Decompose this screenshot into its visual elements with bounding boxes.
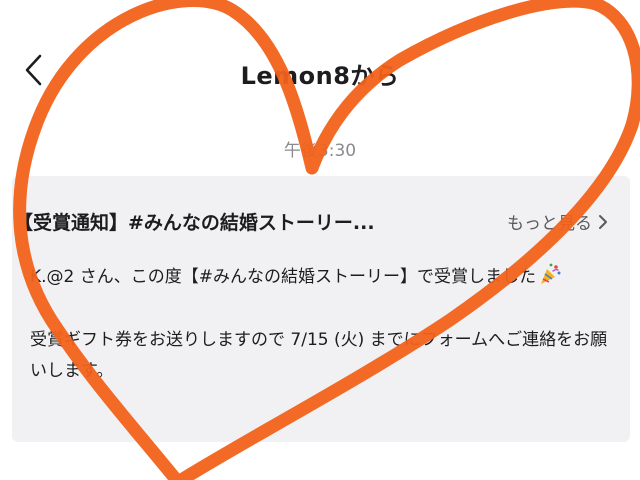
message-title: 【受賞通知】#みんなの結婚ストーリー... [14, 212, 375, 234]
top-bar: Lemon8から [0, 0, 640, 140]
message-timestamp: 午後3:30 [283, 141, 357, 161]
message-card[interactable]: 【受賞通知】#みんなの結婚ストーリー... もっと見る K.@2 さん、この度【… [12, 176, 630, 442]
message-card-header: 【受賞通知】#みんなの結婚ストーリー... もっと見る [12, 204, 630, 240]
message-body: K.@2 さん、この度【#みんなの結婚ストーリー】で受賞しました 受賞ギフト券を… [30, 262, 612, 387]
see-more-link[interactable]: もっと見る [507, 209, 608, 234]
message-paragraph: 受賞ギフト券をお送りしますので 7/15 (火) までにフォームへご連絡をお願い… [30, 330, 608, 381]
party-popper-icon [538, 262, 562, 297]
page-title: Lemon8から [240, 62, 400, 90]
message-paragraph: K.@2 さん、この度【#みんなの結婚ストーリー】で受賞しました [30, 262, 612, 297]
message-body-line: K.@2 さん、この度【#みんなの結婚ストーリー】で受賞しました [30, 267, 537, 287]
chevron-right-icon [598, 214, 608, 230]
see-more-label: もっと見る [507, 214, 592, 234]
